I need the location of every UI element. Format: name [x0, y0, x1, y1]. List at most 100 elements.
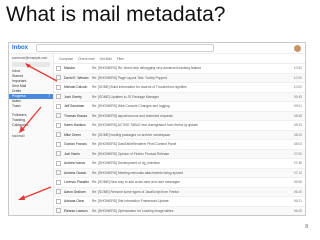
message-list: Mission Re: [SHOWERS] Re: Need help debug… — [54, 64, 305, 215]
star-icon[interactable] — [56, 103, 61, 109]
sender-name: Andrea Ivanov — [64, 161, 86, 166]
subject-text: Re: [SHOWERS] Web Console Changes and lo… — [92, 104, 170, 109]
star-icon[interactable] — [56, 189, 61, 195]
search-input[interactable] — [36, 44, 214, 52]
sender-name: Jeff Sandman — [64, 104, 85, 109]
sender-name: Michael Calvoin — [64, 85, 88, 90]
sender-name: Josh Gentry — [64, 94, 82, 99]
sidebar-item-label: Inbox — [12, 69, 21, 73]
table-row[interactable]: Josh Gentry Re: [SOME] Updates to JS Pack… — [54, 92, 305, 102]
message-date: 06:40 — [293, 189, 302, 194]
sender-name: Mission — [64, 66, 76, 71]
arrow-annotation-account — [18, 186, 52, 200]
table-row[interactable]: Joel Harris Re: [SHOWERS] Opinion of Fire… — [54, 149, 305, 159]
message-date: 10:02 — [293, 85, 302, 90]
subject-text: Re: [SHOWERS] Site Interaction Framework… — [92, 199, 169, 204]
subject-text: Re: [SHOWERS] Meeting removals attachmen… — [92, 170, 184, 175]
table-row[interactable]: Mike Green Re: [SOME] hosting packages on… — [54, 130, 305, 140]
message-date: 08:33 — [293, 123, 302, 128]
table-row[interactable]: Mission Re: [SHOWERS] Re: Need help debug… — [54, 64, 305, 74]
star-icon[interactable] — [56, 208, 61, 214]
subject-text: Re: [SHOWERS] ACTIVE TABLE test downgrad… — [92, 123, 198, 128]
sender-name: David E. Weston — [64, 75, 89, 80]
arrow-annotation-inbox — [25, 63, 58, 82]
sender-name: Joel Harris — [64, 151, 80, 156]
message-date: 06:21 — [293, 199, 302, 204]
table-row[interactable]: Andrea Ivanov Re: [SHOWERS] Development o… — [54, 159, 305, 169]
sender-name: Karen Hankins — [64, 123, 86, 128]
sender-name: Adriana Clear — [64, 199, 85, 204]
sidebar-item-label: Sent Mail — [12, 84, 27, 88]
table-row[interactable]: Lorenzo Pianatto Re: [SOME] New way to ad… — [54, 178, 305, 188]
mail-toolbar: Compose Check mail Get Mail Filter — [54, 54, 305, 64]
star-icon[interactable] — [56, 198, 61, 204]
star-icon[interactable] — [56, 132, 61, 138]
message-date: 08:03 — [293, 142, 302, 147]
subject-text: Re: [SOME] Remove some types of JavaScri… — [92, 189, 180, 194]
message-date: 10:20 — [293, 75, 302, 80]
arrow-annotation-folder — [19, 106, 42, 133]
mail-client-screenshot: Inbox someone@example.com Inbox Starred … — [8, 42, 306, 216]
star-icon[interactable] — [56, 113, 61, 119]
subject-text: Re: [SHOWERS] asynchronous and restricte… — [92, 113, 173, 118]
star-icon[interactable] — [56, 151, 61, 157]
subject-text: Re: [SHOWERS] Re: Need help debugging ve… — [92, 66, 202, 71]
table-row[interactable]: Andrew Ocasio Re: [SHOWERS] Meeting remov… — [54, 168, 305, 178]
account-label: someone@example.com — [12, 56, 48, 60]
subject-text: Re: [SOME] Updates to JS Package Manager — [92, 94, 159, 99]
star-icon[interactable] — [56, 160, 61, 166]
table-row[interactable]: Adriana Clear Re: [SHOWERS] Site Interact… — [54, 197, 305, 207]
message-date: 07:38 — [293, 161, 302, 166]
slide-title: What is mail metadata? — [6, 3, 226, 26]
get-mail-button[interactable]: Get Mail — [99, 57, 111, 61]
message-date: 06:05 — [293, 208, 302, 213]
table-row[interactable]: Jeff Sandman Re: [SHOWERS] Web Console Ch… — [54, 102, 305, 112]
message-date: 08:58 — [293, 113, 302, 118]
subject-text: Re: [SHOWERS] Development of ng_interfac… — [92, 161, 160, 166]
sender-name: Aaron Graham — [64, 189, 86, 194]
message-date: 09:01 — [293, 104, 302, 109]
sender-name: Eleanor Lawson — [64, 208, 88, 213]
subject-text: Re: [SOME] New way to add cross-user and… — [92, 180, 180, 185]
sender-name: Thomas Krauss — [64, 113, 88, 118]
sidebar-item-label: Progress — [12, 94, 26, 98]
sidebar-item-label: Starred — [12, 74, 24, 78]
unread-count: 7 — [48, 94, 50, 98]
table-row[interactable]: Aaron Graham Re: [SOME] Remove some types… — [54, 187, 305, 197]
check-mail-button[interactable]: Check mail — [78, 57, 94, 61]
star-icon[interactable] — [56, 94, 61, 100]
message-date: 09:45 — [293, 94, 302, 99]
subject-text: Re: [SOME] Build information for dozens … — [92, 85, 187, 90]
subject-text: Re: [SHOWERS] Opinion of Firefox Product… — [92, 151, 170, 156]
table-row[interactable]: Michael Calvoin Re: [SOME] Build informat… — [54, 83, 305, 93]
sidebar-item-label: Notes — [12, 99, 21, 103]
star-icon[interactable] — [56, 122, 61, 128]
sender-name: Lorenzo Pianatto — [64, 180, 89, 185]
table-row[interactable]: Karen Hankins Re: [SHOWERS] ACTIVE TABLE … — [54, 121, 305, 131]
message-date: 07:12 — [293, 170, 302, 175]
sender-name: Mike Green — [64, 132, 82, 137]
message-date: 08:20 — [293, 132, 302, 137]
avatar[interactable] — [294, 44, 301, 52]
subject-text: Re: [SOME] hosting packages on archive n… — [92, 132, 171, 137]
star-icon[interactable] — [56, 170, 61, 176]
compose-toolbar-button[interactable]: Compose — [59, 57, 73, 61]
sender-name: Gordon Francis — [64, 142, 87, 147]
app-logo: Inbox — [12, 45, 28, 51]
filter-button[interactable]: Filter — [117, 57, 124, 61]
star-icon[interactable] — [56, 141, 61, 147]
star-icon[interactable] — [56, 84, 61, 90]
subject-text: Re: [SHOWERS] DataTableRenderer Pixel Co… — [92, 142, 177, 147]
mail-topbar: Inbox — [9, 43, 305, 54]
subject-text: Re: [SHOWERS] Optimization for Loading I… — [92, 208, 174, 213]
table-row[interactable]: Thomas Krauss Re: [SHOWERS] asynchronous … — [54, 111, 305, 121]
page-number: 8 — [305, 224, 308, 230]
subject-text: Re: [SHOWERS] Page Layout Test: Tooltip … — [92, 75, 167, 80]
star-icon[interactable] — [56, 179, 61, 185]
sidebar-item-label: Drafts — [12, 89, 22, 93]
table-row[interactable]: Eleanor Lawson Re: [SHOWERS] Optimization… — [54, 206, 305, 215]
table-row[interactable]: Gordon Francis Re: [SHOWERS] DataTableRen… — [54, 140, 305, 150]
message-date: 10:52 — [293, 66, 302, 71]
sender-name: Andrew Ocasio — [64, 170, 87, 175]
table-row[interactable]: David E. Weston Re: [SHOWERS] Page Layout… — [54, 73, 305, 83]
